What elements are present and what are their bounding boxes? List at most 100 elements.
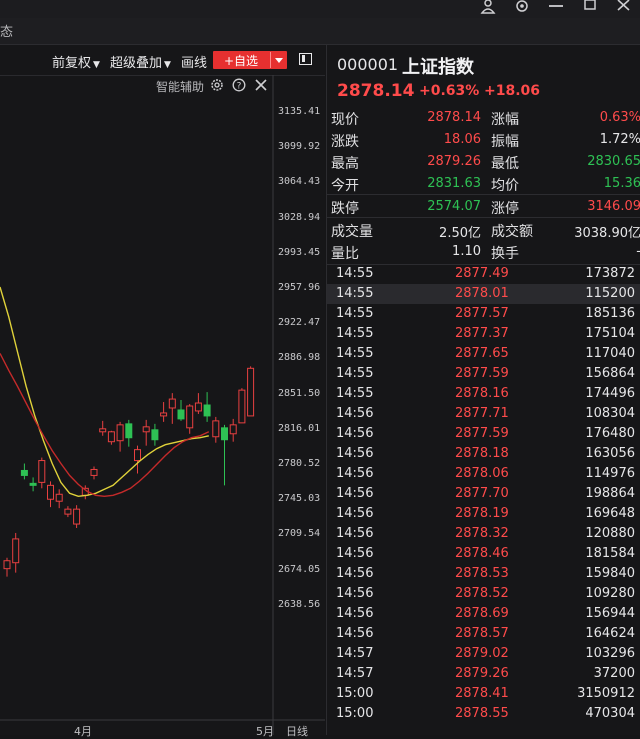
candle-body [142,426,150,433]
quote-label: 涨停 [491,201,519,217]
quote-label: 最高 [331,156,359,172]
price-axis-label: 2745.03 [278,493,321,505]
tick-row[interactable]: 14:56 2878.52 109280 [327,584,640,604]
tick-volume: 117040 [585,346,635,361]
candle-body [238,389,246,424]
divider [327,217,640,218]
tick-row[interactable]: 14:56 2878.06 114976 [327,464,640,484]
quote-panel: 000001 上证指数 2878.14 +0.63% +18.06 现价 2878… [326,45,640,735]
quote-row: 今开 2831.63 均价 15.36 [327,173,640,195]
candle-body [160,412,168,417]
close-window-icon[interactable] [616,0,634,18]
quote-value: 3038.90亿 [574,226,640,241]
price-axis-label: 2709.54 [278,528,321,540]
quote-value: 2830.65 [587,154,640,169]
quote-value: 2574.07 [427,199,481,214]
tick-row[interactable]: 14:56 2877.70 198864 [327,484,640,504]
quote-value: 0.63% [599,110,640,125]
tick-row[interactable]: 14:57 2879.26 37200 [327,664,640,684]
quote-row: 最高 2879.26 最低 2830.65 [327,151,640,173]
stock-code: 000001 [337,55,399,74]
quote-row: 现价 2878.14 涨幅 0.63% [327,107,640,129]
maximize-icon[interactable] [582,0,600,18]
tick-price: 2878.16 [455,386,509,401]
tick-row[interactable]: 14:56 2878.57 164624 [327,624,640,644]
candle-body [64,508,72,515]
tick-row[interactable]: 14:57 2879.02 103296 [327,644,640,664]
tick-time: 14:56 [336,426,374,441]
quote-row: 跌停 2574.07 涨停 3146.09 [327,196,640,218]
tick-row[interactable]: 14:55 2877.65 117040 [327,344,640,364]
tick-volume: 164624 [585,626,635,641]
tick-volume: 156944 [585,606,635,621]
tick-volume: 114976 [585,466,635,481]
tick-row[interactable]: 14:56 2878.69 156944 [327,604,640,624]
tick-price: 2878.01 [455,286,509,301]
tick-price: 2877.37 [455,326,509,341]
x-label-april: 4月 [74,725,92,738]
candle-body [186,405,194,429]
candle-body [47,484,54,500]
tick-time: 14:56 [336,446,374,461]
candle-body [55,493,63,502]
tick-volume: 120880 [585,526,635,541]
tick-price: 2878.53 [455,566,509,581]
tick-row[interactable]: 14:55 2878.01 115200 [327,284,640,304]
tick-row[interactable]: 14:56 2878.46 181584 [327,544,640,564]
tick-row[interactable]: 14:55 2877.49 173872 [327,264,640,284]
tick-price: 2879.26 [455,666,509,681]
tick-time: 14:57 [336,666,374,681]
tick-row[interactable]: 14:55 2877.59 156864 [327,364,640,384]
quote-value: 1.72% [599,132,640,147]
minimize-icon[interactable] [548,0,566,18]
quote-label: 最低 [491,156,519,172]
quote-value: 1.10 [452,244,481,259]
tick-time: 14:55 [336,286,374,301]
price-axis-label: 3028.94 [278,211,321,223]
user-icon[interactable] [480,0,498,18]
candlestick-chart[interactable] [0,45,325,735]
settings-icon[interactable] [514,0,532,18]
tick-row[interactable]: 14:56 2878.53 159840 [327,564,640,584]
candle-body [168,398,176,409]
candle-body [221,427,228,441]
candle-body [3,560,11,570]
tick-volume: 163056 [585,446,635,461]
quote-value: 2878.14 [427,110,481,125]
stock-name: 上证指数 [402,57,474,78]
divider [327,194,640,195]
tick-row[interactable]: 14:56 2878.19 169648 [327,504,640,524]
tick-row[interactable]: 14:56 2877.59 176480 [327,424,640,444]
tick-price: 2877.59 [455,426,509,441]
tick-time: 14:55 [336,366,374,381]
tick-volume: 37200 [593,666,635,681]
tick-price: 2878.18 [455,446,509,461]
tick-row[interactable]: 14:56 2878.18 163056 [327,444,640,464]
quote-value: - [636,244,640,259]
tick-volume: 3150912 [577,686,635,701]
tick-row[interactable]: 14:55 2878.16 174496 [327,384,640,404]
tick-time: 14:56 [336,546,374,561]
tick-row[interactable]: 14:55 2877.37 175104 [327,324,640,344]
tick-row[interactable]: 15:00 2878.41 3150912 [327,684,640,704]
tick-time: 14:56 [336,486,374,501]
quote-label: 涨幅 [491,112,519,128]
tick-time: 14:56 [336,586,374,601]
tab-partial-label[interactable]: 态 [0,21,13,40]
tick-volume: 159840 [585,566,635,581]
tick-time: 14:57 [336,646,374,661]
tick-time: 14:56 [336,566,374,581]
ma-fast-line [0,286,209,498]
tick-price: 2878.69 [455,606,509,621]
price-axis-label: 2922.47 [278,317,321,329]
tick-price: 2877.65 [455,346,509,361]
tick-volume: 115200 [585,286,635,301]
tick-row[interactable]: 15:00 2878.55 470304 [327,704,640,724]
period-label[interactable]: 日线 [286,723,308,739]
tick-price: 2877.57 [455,306,509,321]
tick-row[interactable]: 14:55 2877.57 185136 [327,304,640,324]
tick-time: 14:55 [336,346,374,361]
tick-row[interactable]: 14:56 2878.32 120880 [327,524,640,544]
tick-row[interactable]: 14:56 2877.71 108304 [327,404,640,424]
candle-body [247,367,255,417]
